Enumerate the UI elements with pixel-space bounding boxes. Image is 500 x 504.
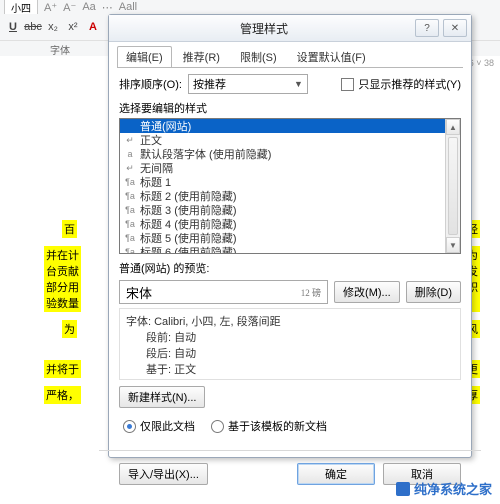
superscript-icon[interactable]: x² [64, 18, 82, 36]
new-style-button[interactable]: 新建样式(N)... [119, 386, 205, 408]
scroll-down-icon[interactable]: ▼ [446, 237, 460, 253]
font-color-icon[interactable]: A [84, 18, 102, 36]
sort-order-label: 排序顺序(O): [119, 76, 182, 92]
style-list-item[interactable]: ¶a标题 1 [120, 175, 446, 189]
show-recommended-label: 只显示推荐的样式(Y) [358, 76, 461, 92]
close-icon[interactable]: ✕ [443, 19, 467, 37]
doc-text: 严格， [44, 386, 81, 404]
help-icon[interactable]: ? [415, 19, 439, 37]
doc-text: 百 [62, 220, 77, 238]
underline-icon[interactable]: U [4, 18, 22, 36]
scroll-up-icon[interactable]: ▲ [446, 119, 460, 135]
dialog-title: 管理样式 [113, 20, 415, 37]
list-glyph-icon: ¶a [124, 233, 136, 243]
scope-this-doc-radio[interactable]: 仅限此文档 [123, 418, 195, 434]
tab-restrict[interactable]: 限制(S) [231, 46, 286, 67]
list-glyph-icon: ↵ [124, 135, 136, 146]
watermark-icon [396, 482, 410, 496]
style-list-item[interactable]: ¶a标题 3 (使用前隐藏) [120, 203, 446, 217]
style-list-item[interactable]: ↵无间隔 [120, 161, 446, 175]
scrollbar[interactable]: ▲ ▼ [445, 119, 460, 253]
list-glyph-icon: ¶a [124, 205, 136, 215]
tab-edit[interactable]: 编辑(E) [117, 46, 172, 67]
doc-text: 为 [62, 320, 77, 338]
strike-icon[interactable]: abc [24, 18, 42, 36]
list-glyph-icon: ¶a [124, 247, 136, 253]
screenshot-canvas: 小四 A⁺ A⁻ Aa ⋯ Aall U abc x₂ x² A 字体 · · … [0, 0, 500, 504]
list-glyph-icon: ¶a [124, 191, 136, 201]
modify-button[interactable]: 修改(M)... [334, 281, 400, 303]
radio-off-icon [211, 420, 224, 433]
dialog-titlebar[interactable]: 管理样式 ? ✕ [109, 15, 471, 42]
style-list-label: 选择要编辑的样式 [119, 100, 461, 116]
tab-defaults[interactable]: 设置默认值(F) [288, 46, 375, 67]
change-case-icon[interactable]: Aa [82, 1, 95, 13]
scope-template-radio[interactable]: 基于该模板的新文档 [211, 418, 327, 434]
subscript-icon[interactable]: x₂ [44, 18, 62, 36]
style-preview-icon: Aall [119, 1, 137, 13]
style-list-item[interactable]: ↵正文 [120, 133, 446, 147]
scope-template-label: 基于该模板的新文档 [228, 418, 327, 434]
dialog-body: 排序顺序(O): 按推荐 ▼ 只显示推荐的样式(Y) 选择要编辑的样式 普通(网… [109, 68, 471, 442]
scroll-thumb[interactable] [448, 137, 458, 235]
grow-font-icon[interactable]: A⁺ [44, 1, 57, 14]
style-list[interactable]: 普通(网站)↵正文a默认段落字体 (使用前隐藏)↵无间隔¶a标题 1¶a标题 2… [119, 118, 461, 254]
sort-order-value: 按推荐 [193, 76, 226, 92]
style-name: 标题 6 (使用前隐藏) [140, 244, 237, 253]
checkbox-icon [341, 78, 354, 91]
style-list-item[interactable]: ¶a标题 5 (使用前隐藏) [120, 231, 446, 245]
style-list-item[interactable]: ¶a 标题 6 (使用前隐藏) [120, 245, 446, 253]
more-icon[interactable]: ⋯ [102, 1, 113, 14]
preview-box: 宋体 12 磅 [119, 280, 328, 304]
dialog-tabs: 编辑(E) 推荐(R) 限制(S) 设置默认值(F) [109, 42, 471, 67]
manage-styles-dialog: 管理样式 ? ✕ 编辑(E) 推荐(R) 限制(S) 设置默认值(F) 排序顺序… [108, 14, 472, 458]
style-list-item[interactable]: ¶a标题 4 (使用前隐藏) [120, 217, 446, 231]
desc-line: 段后: 自动 [126, 345, 454, 361]
list-glyph-icon: ¶a [124, 177, 136, 187]
ribbon-row-1: 小四 A⁺ A⁻ Aa ⋯ Aall [0, 0, 500, 15]
watermark-text: 纯净系统之家 [414, 479, 492, 498]
sort-order-select[interactable]: 按推荐 ▼ [188, 74, 308, 94]
doc-text: 并将于 [44, 360, 81, 378]
list-glyph-icon: a [124, 149, 136, 159]
radio-on-icon [123, 420, 136, 433]
ok-button[interactable]: 确定 [297, 463, 375, 485]
desc-line: 段前: 自动 [126, 329, 454, 345]
tab-recommend[interactable]: 推荐(R) [174, 46, 229, 67]
ribbon-group-font: 字体 [50, 42, 70, 57]
list-glyph-icon: ↵ [124, 163, 136, 174]
shrink-font-icon[interactable]: A⁻ [63, 1, 76, 14]
style-description: 字体: Calibri, 小四, 左, 段落间距 段前: 自动 段后: 自动 基… [119, 308, 461, 380]
desc-line: 基于: 正文 [126, 361, 454, 377]
style-list-item[interactable]: a默认段落字体 (使用前隐藏) [120, 147, 446, 161]
watermark: 纯净系统之家 [396, 479, 492, 498]
style-list-item[interactable]: ¶a标题 2 (使用前隐藏) [120, 189, 446, 203]
preview-label: 普通(网站) 的预览: [119, 260, 461, 276]
doc-text: 验数量 [44, 294, 81, 312]
chevron-down-icon: ▼ [294, 79, 303, 89]
import-export-button[interactable]: 导入/导出(X)... [119, 463, 208, 485]
scope-this-doc-label: 仅限此文档 [140, 418, 195, 434]
preview-font-name: 宋体 [126, 283, 152, 302]
delete-button[interactable]: 删除(D) [406, 281, 461, 303]
desc-line: 字体: Calibri, 小四, 左, 段落间距 [126, 313, 454, 329]
preview-size: 12 磅 [301, 286, 321, 299]
show-recommended-checkbox[interactable]: 只显示推荐的样式(Y) [341, 76, 461, 92]
style-list-item[interactable]: 普通(网站) [120, 119, 446, 133]
list-glyph-icon: ¶a [124, 219, 136, 229]
